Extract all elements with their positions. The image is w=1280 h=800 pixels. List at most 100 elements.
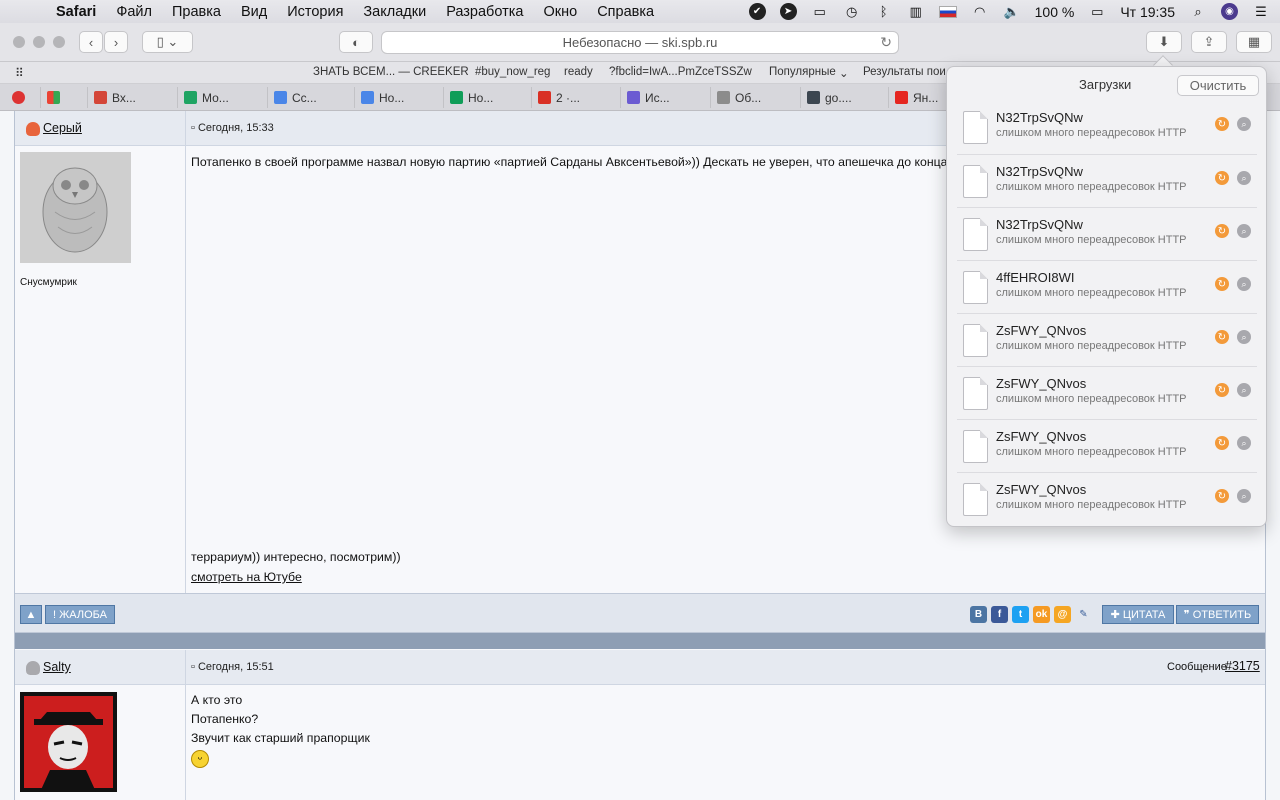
menu-history[interactable]: История xyxy=(287,4,343,20)
post-author-link[interactable]: Salty xyxy=(43,660,71,674)
address-bar[interactable]: Небезопасно — ski.spb.ru ↻ xyxy=(381,31,899,54)
clear-downloads-button[interactable]: Очистить xyxy=(1177,75,1259,96)
download-item[interactable]: ZsFWY_QNvos слишком много переадресовок … xyxy=(957,366,1257,419)
favorite-folder[interactable]: Популярные xyxy=(769,66,836,78)
download-item[interactable]: ZsFWY_QNvos слишком много переадресовок … xyxy=(957,472,1257,525)
reload-icon[interactable]: ↻ xyxy=(880,34,892,51)
retry-icon[interactable]: ↻ xyxy=(1215,436,1229,450)
privacy-report-button[interactable]: ◐ xyxy=(339,31,373,53)
back-button[interactable]: ‹ xyxy=(79,31,103,53)
gmail-icon xyxy=(94,91,107,104)
spotlight-icon[interactable]: ⌕ xyxy=(1189,3,1207,21)
tab-mail[interactable]: 2 ·... xyxy=(531,87,580,108)
battery-icon[interactable]: ▭ xyxy=(1088,3,1106,21)
reveal-magnifier-icon[interactable]: ⌕ xyxy=(1237,224,1251,238)
menubar-clock[interactable]: Чт 19:35 xyxy=(1120,4,1175,20)
menu-app-name[interactable]: Safari xyxy=(56,4,96,20)
reveal-magnifier-icon[interactable]: ⌕ xyxy=(1237,436,1251,450)
tab-about[interactable]: Об... xyxy=(710,87,761,108)
file-icon xyxy=(963,111,988,144)
download-status: слишком много переадресовок HTTP xyxy=(996,446,1187,458)
favorite-item[interactable]: #buy_now_reg xyxy=(475,66,550,78)
reveal-magnifier-icon[interactable]: ⌕ xyxy=(1237,117,1251,131)
tab-research[interactable]: Ис... xyxy=(620,87,670,108)
downloads-button[interactable]: ⬇ xyxy=(1146,31,1182,53)
zoom-window-icon[interactable] xyxy=(53,36,65,48)
menu-file[interactable]: Файл xyxy=(116,4,152,20)
message-number-link[interactable]: #3175 xyxy=(1225,659,1260,673)
menu-develop[interactable]: Разработка xyxy=(446,4,523,20)
reveal-magnifier-icon[interactable]: ⌕ xyxy=(1237,383,1251,397)
status-app-icon[interactable]: ✔ xyxy=(748,3,766,20)
favorite-item[interactable]: Результаты пои xyxy=(863,66,946,78)
scroll-top-button[interactable]: ▲ xyxy=(20,605,42,624)
tab-sheets[interactable]: Но... xyxy=(443,87,493,108)
download-status: слишком много переадресовок HTTP xyxy=(996,127,1187,139)
tab-go[interactable]: go.... xyxy=(800,87,852,108)
retry-icon[interactable]: ↻ xyxy=(1215,117,1229,131)
control-center-icon[interactable]: ☰ xyxy=(1252,3,1270,21)
mailru-share-icon[interactable]: @ xyxy=(1054,606,1071,623)
reveal-magnifier-icon[interactable]: ⌕ xyxy=(1237,277,1251,291)
reveal-magnifier-icon[interactable]: ⌕ xyxy=(1237,489,1251,503)
vk-share-icon[interactable]: B xyxy=(970,606,987,623)
retry-icon[interactable]: ↻ xyxy=(1215,277,1229,291)
quote-button[interactable]: ✚ ЦИТАТА xyxy=(1102,605,1174,624)
share-button[interactable]: ⇪ xyxy=(1191,31,1227,53)
reveal-magnifier-icon[interactable]: ⌕ xyxy=(1237,330,1251,344)
avatar[interactable] xyxy=(20,152,131,268)
favorite-item[interactable]: ?fbclid=IwA...PmZceTSSZw xyxy=(609,66,752,78)
menu-help[interactable]: Справка xyxy=(597,4,654,20)
tab-gmail[interactable]: Вх... xyxy=(87,87,136,108)
post-author-link[interactable]: Серый xyxy=(43,121,82,135)
download-item[interactable]: ZsFWY_QNvos слишком много переадресовок … xyxy=(957,313,1257,366)
tab-drive[interactable]: Мо... xyxy=(177,87,229,108)
reply-button[interactable]: ❞ ОТВЕТИТЬ xyxy=(1176,605,1259,624)
wifi-icon[interactable]: ◠ xyxy=(971,3,989,21)
tab-pinned-apps[interactable] xyxy=(40,87,60,108)
telegram-icon[interactable]: ➤ xyxy=(779,3,797,20)
memory-icon[interactable]: ▥ xyxy=(907,3,925,21)
menu-bookmarks[interactable]: Закладки xyxy=(363,4,426,20)
tab-overview-button[interactable]: ▦ xyxy=(1236,31,1272,53)
avatar[interactable] xyxy=(20,692,117,797)
retry-icon[interactable]: ↻ xyxy=(1215,489,1229,503)
retry-icon[interactable]: ↻ xyxy=(1215,224,1229,238)
facebook-share-icon[interactable]: f xyxy=(991,606,1008,623)
tab-yandex[interactable]: Ян... xyxy=(888,87,938,108)
download-item[interactable]: N32TrpSvQNw слишком много переадресовок … xyxy=(957,101,1257,154)
reveal-magnifier-icon[interactable]: ⌕ xyxy=(1237,171,1251,185)
airplay-icon[interactable]: ▭ xyxy=(811,3,829,21)
minimize-window-icon[interactable] xyxy=(33,36,45,48)
sidebar-toggle-button[interactable]: ▯ ⌄ xyxy=(142,31,193,53)
volume-icon[interactable]: 🔈 xyxy=(1003,3,1021,21)
retry-icon[interactable]: ↻ xyxy=(1215,171,1229,185)
favorite-item[interactable]: ready xyxy=(564,66,593,78)
tab-docs[interactable]: Сс... xyxy=(267,87,317,108)
download-item[interactable]: N32TrpSvQNw слишком много переадресовок … xyxy=(957,207,1257,260)
menu-window[interactable]: Окно xyxy=(543,4,577,20)
close-window-icon[interactable] xyxy=(13,36,25,48)
tab-pinned-adblock[interactable] xyxy=(6,87,25,108)
retry-icon[interactable]: ↻ xyxy=(1215,383,1229,397)
download-item[interactable]: 4ffEHROI8WI слишком много переадресовок … xyxy=(957,260,1257,313)
odnoklassniki-share-icon[interactable]: ok xyxy=(1033,606,1050,623)
pencil-icon[interactable]: ✎ xyxy=(1075,606,1092,623)
forward-button[interactable]: › xyxy=(104,31,128,53)
youtube-link[interactable]: смотреть на Ютубе xyxy=(191,568,302,587)
favorites-grid-icon[interactable]: ⠿ xyxy=(15,66,24,80)
menu-view[interactable]: Вид xyxy=(241,4,267,20)
time-machine-icon[interactable]: ◷ xyxy=(843,3,861,21)
message-label: Сообщение xyxy=(1167,661,1227,673)
twitter-share-icon[interactable]: t xyxy=(1012,606,1029,623)
menu-edit[interactable]: Правка xyxy=(172,4,221,20)
download-item[interactable]: N32TrpSvQNw слишком много переадресовок … xyxy=(957,154,1257,207)
bluetooth-icon[interactable]: ᛒ xyxy=(875,3,893,21)
download-item[interactable]: ZsFWY_QNvos слишком много переадресовок … xyxy=(957,419,1257,472)
favorite-item[interactable]: ЗНАТЬ ВСЕМ... — CREEKER xyxy=(313,66,469,78)
siri-icon[interactable]: ◉ xyxy=(1221,3,1238,20)
complaint-button[interactable]: ! ЖАЛОБА xyxy=(45,605,115,624)
russian-flag-icon[interactable] xyxy=(938,5,957,18)
tab-docs-2[interactable]: Но... xyxy=(354,87,404,108)
retry-icon[interactable]: ↻ xyxy=(1215,330,1229,344)
